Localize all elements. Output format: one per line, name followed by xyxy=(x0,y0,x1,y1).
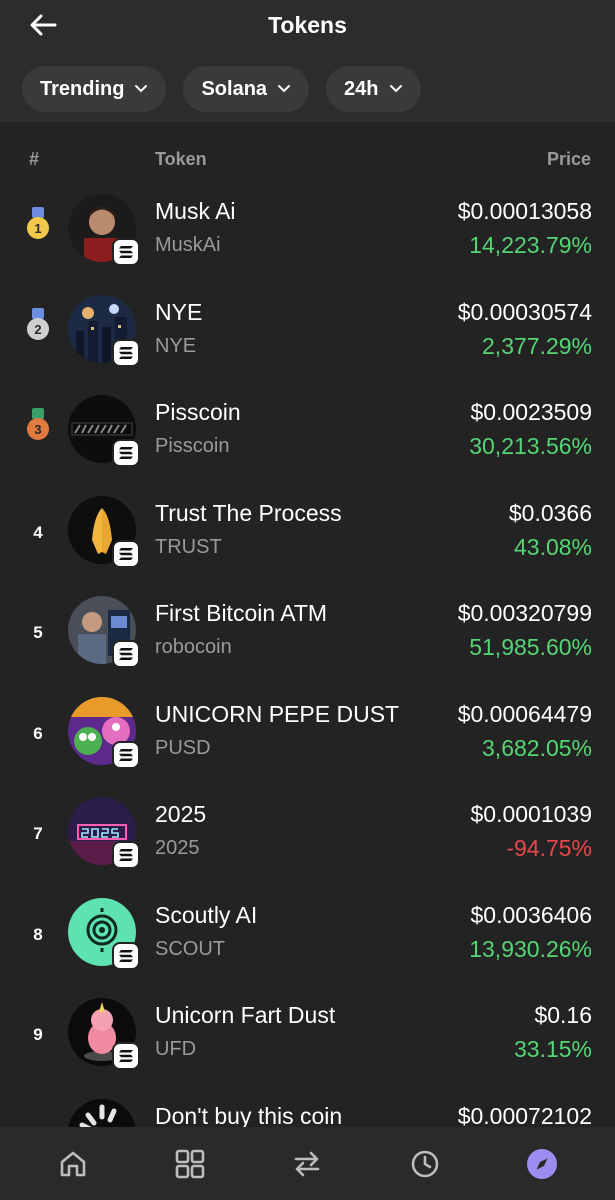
solana-chain-icon xyxy=(112,539,140,568)
token-price: $0.0001039 xyxy=(470,801,592,827)
token-symbol: TRUST xyxy=(155,535,222,558)
column-header-price[interactable]: Price xyxy=(547,147,591,171)
medal-rank: 1 xyxy=(34,221,41,236)
token-price: $0.00013058 xyxy=(457,198,592,224)
medal-rank: 2 xyxy=(34,322,41,337)
token-symbol: NYE xyxy=(155,334,197,357)
solana-chain-icon xyxy=(112,1042,140,1070)
token-symbol: UFD xyxy=(155,1038,197,1060)
token-row[interactable]: 1 Musk Ai MuskAi $0.00013058 14,223.79% xyxy=(0,190,615,291)
token-row[interactable]: 3 Pisscoin Pisscoin $0.0023509 30,213.56… xyxy=(0,391,615,492)
token-symbol: SCOUT xyxy=(155,937,225,960)
column-header-token: Token xyxy=(155,149,207,169)
token-row[interactable]: 5 First Bitcoin ATM robocoin $0.00320799… xyxy=(0,592,615,693)
token-row[interactable]: 8 Scoutly AI SCOUT $0.0036406 13,930.26% xyxy=(0,894,615,995)
token-name: Unicorn Fart Dust xyxy=(155,1002,336,1028)
solana-chain-icon xyxy=(112,640,140,668)
token-price: $0.16 xyxy=(534,1002,592,1028)
nav-explore[interactable] xyxy=(514,1136,570,1192)
token-price: $0.00030574 xyxy=(457,298,592,325)
grid-icon xyxy=(175,1149,205,1178)
token-name: First Bitcoin ATM xyxy=(155,600,328,626)
token-rank: 8 xyxy=(33,924,43,944)
filter-bar: Trending Solana 24h xyxy=(22,66,421,112)
token-price-change: 3,682.05% xyxy=(482,734,592,761)
token-symbol: 2025 xyxy=(155,837,200,859)
chevron-down-icon xyxy=(278,85,291,93)
token-rank: 9 xyxy=(33,1025,43,1044)
filter-chain-label: Solana xyxy=(201,77,268,100)
compass-icon xyxy=(527,1148,558,1179)
solana-chain-icon xyxy=(112,338,140,367)
token-name: 2025 xyxy=(155,801,207,827)
chevron-down-icon xyxy=(389,85,402,93)
token-price: $0.0036406 xyxy=(470,901,592,928)
solana-chain-icon xyxy=(112,941,140,970)
token-symbol: MuskAi xyxy=(155,234,221,256)
nav-history[interactable] xyxy=(397,1136,453,1192)
nav-home[interactable] xyxy=(45,1136,101,1192)
token-row[interactable]: 6 UNICORN PEPE DUST PUSD $0.00064479 3,6… xyxy=(0,693,615,794)
token-price: $0.00320799 xyxy=(457,600,592,626)
filter-sort-dropdown[interactable]: Trending xyxy=(22,66,167,112)
filter-timeframe-label: 24h xyxy=(344,77,379,100)
solana-chain-icon xyxy=(112,238,140,266)
token-name: Musk Ai xyxy=(155,198,236,224)
solana-chain-icon xyxy=(112,740,140,769)
token-list: 1 Musk Ai MuskAi $0.00013058 14,223.79% … xyxy=(0,190,615,1195)
bronze-medal-icon: 3 xyxy=(27,408,49,440)
column-header-rank: # xyxy=(29,149,40,169)
token-symbol: robocoin xyxy=(155,636,232,658)
token-price-change: 43.08% xyxy=(513,533,592,560)
token-name: Scoutly AI xyxy=(155,901,258,928)
token-price: $0.0366 xyxy=(508,499,592,526)
token-price: $0.00072102 xyxy=(457,1102,592,1129)
page-title: Tokens xyxy=(268,12,347,38)
token-name: Pisscoin xyxy=(155,399,241,425)
gold-medal-icon: 1 xyxy=(27,207,49,239)
token-rank: 6 xyxy=(33,723,43,743)
token-price-change: 13,930.26% xyxy=(469,935,592,962)
clock-icon xyxy=(411,1150,439,1177)
solana-chain-icon xyxy=(112,439,140,467)
chevron-down-icon xyxy=(135,85,148,93)
home-icon xyxy=(60,1151,85,1176)
solana-chain-icon xyxy=(112,841,140,869)
token-rank: 5 xyxy=(33,623,43,642)
nav-swap[interactable] xyxy=(279,1136,335,1192)
token-price-change: 2,377.29% xyxy=(482,332,592,359)
nav-grid[interactable] xyxy=(162,1136,218,1192)
token-rank: 4 xyxy=(33,522,43,542)
filter-chain-dropdown[interactable]: Solana xyxy=(183,66,310,112)
token-symbol: PUSD xyxy=(155,736,211,759)
token-price-change: -94.75% xyxy=(506,835,592,861)
token-price: $0.0023509 xyxy=(470,399,592,425)
token-price: $0.00064479 xyxy=(457,700,592,727)
token-name: NYE xyxy=(155,298,203,325)
medal-rank: 3 xyxy=(34,422,41,437)
token-price-change: 51,985.60% xyxy=(469,634,592,660)
token-row[interactable]: 2 NYE NYE $0.00030574 2,377.29% xyxy=(0,291,615,392)
header: Tokens Trending Solana 24h xyxy=(0,0,615,122)
token-name: Trust The Process xyxy=(155,499,342,526)
token-rank: 7 xyxy=(33,824,43,843)
token-name: Don't buy this coin xyxy=(155,1102,343,1129)
filter-sort-label: Trending xyxy=(40,77,125,100)
token-row[interactable]: 9 Unicorn Fart Dust UFD $0.16 33.15% xyxy=(0,994,615,1095)
filter-timeframe-dropdown[interactable]: 24h xyxy=(326,66,421,112)
swap-icon xyxy=(295,1151,320,1176)
token-price-change: 33.15% xyxy=(513,1036,592,1062)
silver-medal-icon: 2 xyxy=(27,307,49,340)
bottom-navigation xyxy=(0,1127,615,1200)
token-price-change: 30,213.56% xyxy=(469,433,592,459)
token-symbol: Pisscoin xyxy=(155,435,230,457)
token-row[interactable]: 7 2025 2025 $0.0001039 -94.75% xyxy=(0,793,615,894)
token-row[interactable]: 4 Trust The Process TRUST $0.0366 43.08% xyxy=(0,492,615,593)
token-price-change: 14,223.79% xyxy=(469,232,592,258)
token-name: UNICORN PEPE DUST xyxy=(155,700,400,727)
